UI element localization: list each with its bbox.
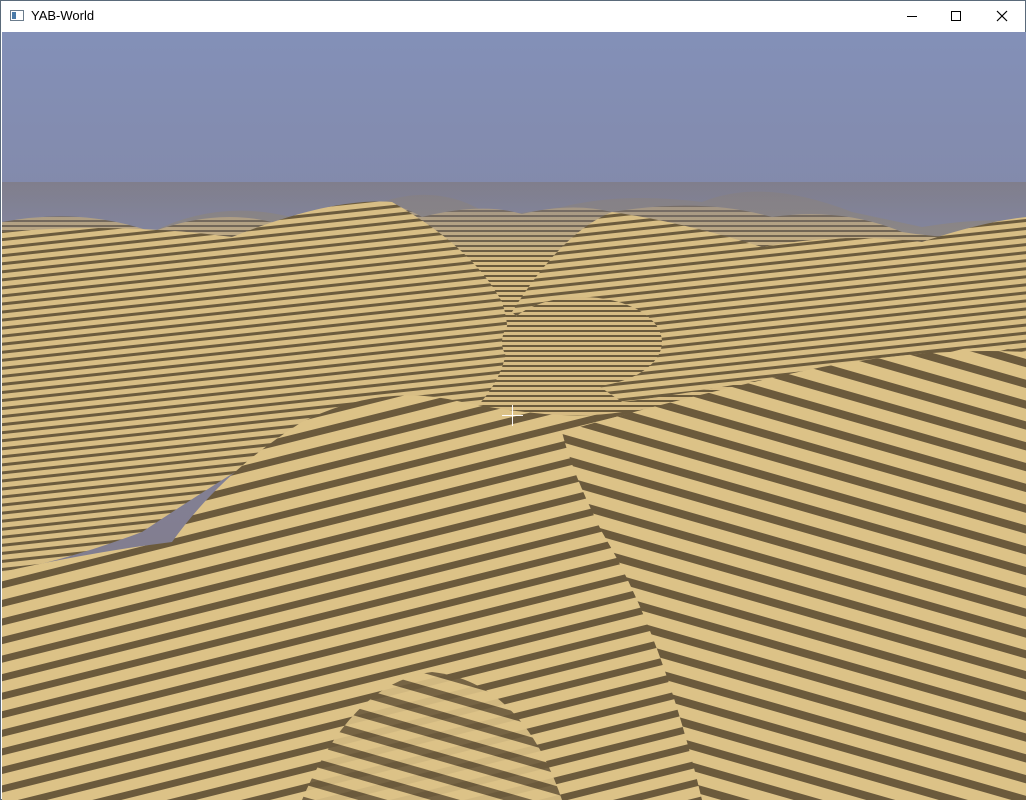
close-button[interactable] <box>979 1 1025 31</box>
title-bar[interactable]: YAB-World <box>1 1 1025 31</box>
maximize-button[interactable] <box>933 1 979 31</box>
crosshair-icon <box>502 405 523 426</box>
window-title: YAB-World <box>31 8 95 23</box>
game-viewport[interactable] <box>2 32 1026 800</box>
minimize-button[interactable] <box>889 1 935 31</box>
center-knoll <box>502 297 662 387</box>
maximize-icon <box>950 10 962 22</box>
close-icon <box>996 10 1008 22</box>
minimize-icon <box>906 10 918 22</box>
app-window: YAB-World <box>0 0 1026 800</box>
app-icon <box>10 10 24 21</box>
